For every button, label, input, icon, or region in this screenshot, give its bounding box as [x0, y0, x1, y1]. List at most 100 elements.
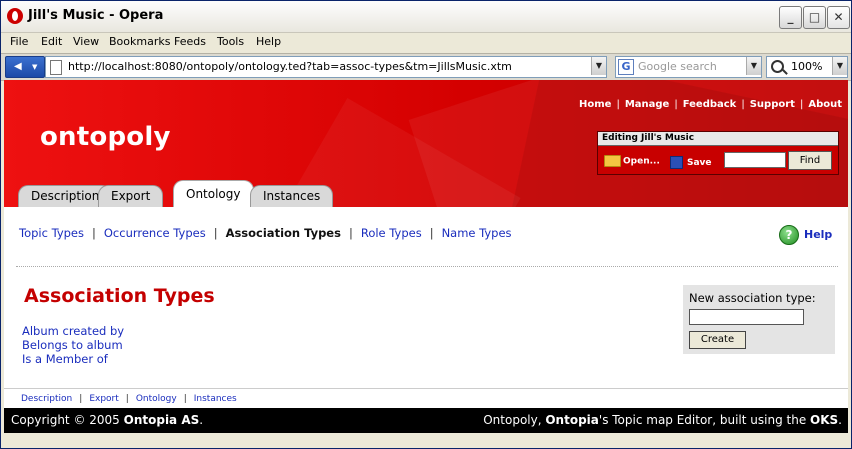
copyright-text: Copyright © 2005 Ontopia AS. [11, 413, 203, 427]
google-icon: G [618, 59, 634, 75]
ontology-subnav: Topic Types | Occurrence Types | Association… [19, 226, 512, 240]
help-label: Help [804, 228, 833, 241]
footer-link-export[interactable]: Export [89, 394, 118, 404]
back-button[interactable]: ◀ ▼ [5, 56, 45, 78]
menu-help[interactable]: Help [256, 35, 281, 48]
subnav-name-types[interactable]: Name Types [442, 226, 512, 240]
menu-tools[interactable]: Tools [217, 35, 244, 48]
separator: | [92, 226, 96, 240]
window-title: Jill's Music - Opera [28, 8, 164, 23]
credits-ontopia: Ontopia [545, 413, 599, 427]
separator: | [348, 226, 353, 240]
browser-window: Jill's Music - Opera _ □ ✕ File Edit Vie… [0, 0, 852, 449]
save-link[interactable]: Save [670, 156, 712, 169]
address-field[interactable]: http://localhost:8080/ontopoly/ontology.… [45, 56, 607, 78]
link-manage[interactable]: Manage [625, 99, 670, 110]
close-button[interactable]: ✕ [827, 6, 850, 29]
list-item[interactable]: Album created by [22, 324, 124, 338]
help-link[interactable]: ? Help [779, 225, 832, 245]
create-button[interactable]: Create [689, 331, 746, 349]
credits-part: 's Topic map Editor, built using the [598, 413, 811, 427]
brand-logo: ontopoly [40, 122, 171, 152]
menu-view[interactable]: View [73, 35, 99, 48]
menu-bar: File Edit View Bookmarks Feeds Tools Hel… [1, 33, 851, 53]
new-type-input[interactable] [689, 309, 804, 325]
separator: | [429, 226, 434, 240]
separator: | [741, 99, 745, 110]
menu-edit[interactable]: Edit [41, 35, 62, 48]
maximize-button[interactable]: □ [803, 6, 826, 29]
separator: | [616, 99, 620, 110]
copyright-prefix: Copyright © 2005 [11, 413, 124, 427]
search-dropdown-icon[interactable]: ▼ [746, 57, 761, 75]
address-toolbar: ◀ ▼ http://localhost:8080/ontopoly/ontol… [1, 53, 851, 81]
back-arrow-icon: ◀ [14, 61, 22, 72]
open-label: Open... [623, 156, 660, 167]
separator: | [79, 394, 83, 404]
list-item[interactable]: Is a Member of [22, 352, 124, 366]
search-field[interactable]: G Google search ▼ [615, 56, 762, 78]
separator: | [213, 226, 218, 240]
tab-export[interactable]: Export [98, 185, 164, 207]
zoom-level: 100% [791, 60, 823, 73]
page-content: Home | Manage | Feedback | Support | About ontop… [4, 80, 848, 446]
zoom-dropdown-icon[interactable]: ▼ [832, 57, 847, 75]
editing-header: Editing Jill's Music [598, 132, 838, 146]
floppy-disk-icon [670, 156, 683, 169]
separator: | [125, 394, 129, 404]
address-url[interactable]: http://localhost:8080/ontopoly/ontology.… [68, 60, 512, 73]
menu-file[interactable]: File [10, 35, 28, 48]
search-placeholder: Google search [638, 60, 717, 73]
save-label: Save [687, 158, 712, 168]
open-link[interactable]: Open... [604, 155, 660, 167]
menu-bookmarks[interactable]: Bookmarks [109, 35, 170, 48]
link-about[interactable]: About [808, 99, 842, 110]
help-icon: ? [779, 225, 799, 245]
separator: | [799, 99, 804, 110]
separator: | [674, 99, 678, 110]
subnav-occurrence-types[interactable]: Occurrence Types [104, 226, 206, 240]
copyright-suffix: . [199, 413, 204, 427]
find-input[interactable] [724, 152, 786, 168]
subnav-association-types: Association Types [225, 226, 341, 240]
zoom-control[interactable]: 100% ▼ [766, 56, 848, 78]
subnav-role-types[interactable]: Role Types [361, 226, 422, 240]
top-links: Home | Manage | Feedback | Support | About [579, 99, 842, 110]
footer-link-instances[interactable]: Instances [194, 394, 237, 404]
link-feedback[interactable]: Feedback [683, 99, 737, 110]
page-icon [50, 60, 62, 75]
back-history-icon[interactable]: ▼ [32, 57, 37, 77]
credits-part: Ontopoly, [483, 413, 546, 427]
company-name: Ontopia AS [123, 413, 200, 427]
editing-panel: Editing Jill's Music Open... Save Find [597, 131, 839, 175]
title-bar: Jill's Music - Opera _ □ ✕ [1, 1, 851, 33]
divider [16, 266, 838, 267]
footer-bar: Copyright © 2005 Ontopia AS. Ontopoly, O… [4, 408, 848, 433]
link-support[interactable]: Support [750, 99, 795, 110]
minimize-button[interactable]: _ [779, 6, 802, 29]
subnav-topic-types[interactable]: Topic Types [19, 226, 84, 240]
tab-instances[interactable]: Instances [250, 185, 334, 207]
new-type-label: New association type: [689, 291, 816, 305]
credits-oks: OKS [810, 413, 839, 427]
separator: | [183, 394, 187, 404]
new-association-type-panel: New association type: Create [683, 285, 835, 354]
footer-link-description[interactable]: Description [21, 394, 72, 404]
folder-icon [604, 155, 621, 167]
credits-part: . [838, 413, 842, 427]
list-item[interactable]: Belongs to album [22, 338, 124, 352]
footer-nav: Description | Export | Ontology | Instances [4, 388, 848, 409]
address-dropdown-icon[interactable]: ▼ [591, 57, 606, 75]
page-title: Association Types [24, 285, 215, 307]
tab-ontology[interactable]: Ontology [173, 180, 254, 207]
footer-link-ontology[interactable]: Ontology [136, 394, 177, 404]
link-home[interactable]: Home [579, 99, 611, 110]
association-type-list: Album created by Belongs to album Is a M… [22, 324, 124, 366]
opera-logo-icon [7, 8, 23, 24]
find-button[interactable]: Find [788, 151, 832, 170]
zoom-magnifier-icon [771, 60, 784, 73]
menu-feeds[interactable]: Feeds [174, 35, 206, 48]
credits-text: Ontopoly, Ontopia's Topic map Editor, bu… [483, 413, 842, 427]
status-area [4, 433, 848, 446]
header-banner: Home | Manage | Feedback | Support | About ontop… [4, 80, 848, 207]
